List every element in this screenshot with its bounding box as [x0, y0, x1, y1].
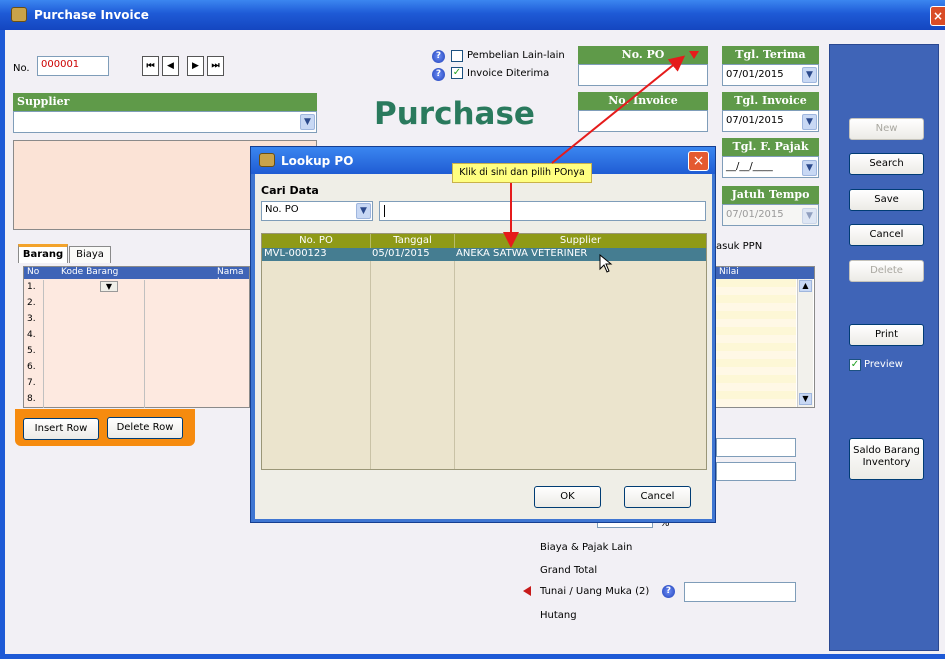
purchase-invoice-window: Purchase Invoice × No. 000001 ⏮ ◀ ▶ ⏭ ? …: [0, 0, 945, 659]
mouse-cursor-icon: [599, 254, 613, 273]
annotation-arrows: [503, 55, 686, 248]
